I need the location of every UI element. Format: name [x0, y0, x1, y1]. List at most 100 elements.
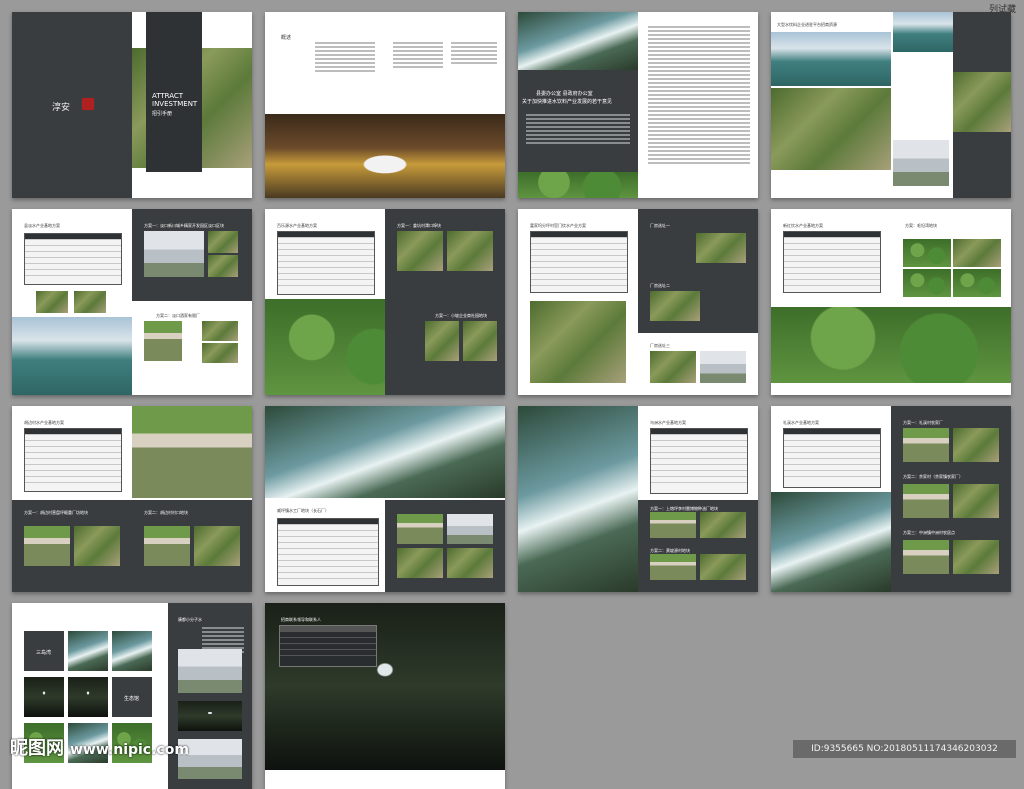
fujiawu-left-title: 富家坞分坪村官门饮水产业方案 [530, 223, 586, 228]
watermark-brand: 昵图网 www.nipic.com [10, 734, 189, 760]
lixi-stream-photo [771, 492, 891, 592]
baile-left-title: 百乐源水产业基地方案 [277, 223, 317, 228]
lixi-right: 方案一：礼溪村农家厂 方案二：余家村（余家镇农家厂） 方案三：中洲镇中洲村农居点 [891, 406, 1011, 592]
spread-baile-plan[interactable]: 百乐源水产业基地方案 方案一：姜坑村潭口埠块 方案一：小坡企业商社园地块 [265, 209, 505, 395]
baile-map-c [425, 321, 459, 361]
lixi-left-title: 礼溪水产业基地方案 [783, 420, 819, 425]
wuzhou-map-b [700, 554, 746, 580]
watermark-id: ID:9355665 NO:20180511174346203032 [793, 740, 1016, 758]
county-plan-map-a [36, 291, 68, 313]
contacts-heading: 招商联系领导和联系人 [281, 617, 321, 622]
platform-quarry-photo [771, 88, 891, 170]
wuzhou-table [650, 428, 748, 494]
cover-seal-icon [82, 98, 94, 110]
hubian-map-a [74, 526, 120, 566]
fujiawu-map-a [696, 233, 746, 263]
weiping-table [277, 518, 379, 586]
opinion-title-line2: 关于加快推进水饮料产业发展的若干意见 [522, 99, 613, 105]
watermark-brand-text: 昵图网 [10, 738, 64, 759]
weiping-map-b [447, 548, 493, 578]
hubian-left-title: 胡边村水产业基地方案 [24, 420, 64, 425]
cover-subtitle: 招引手册 [152, 111, 173, 117]
baile-map-d [463, 321, 497, 361]
wuzhou-photo-a [650, 512, 696, 538]
xinhong-panorama-photo [771, 307, 1011, 383]
baile-map-b [447, 231, 493, 271]
kangdu-label-b: 生态馆 [124, 696, 140, 702]
xinhong-photo-d [953, 269, 1001, 297]
xinhong-table [783, 231, 881, 293]
county-plan-map-c [208, 231, 238, 253]
fujiawu-right-title-b: 厂房选址二 [650, 283, 670, 288]
xinhong-photo-b [953, 239, 1001, 267]
hubian-village-photo [132, 406, 252, 498]
lixi-map-a [953, 428, 999, 462]
opinion-left-text [526, 112, 630, 146]
county-plan-table [24, 233, 122, 285]
lixi-photo-a [903, 428, 949, 462]
spread-platform[interactable]: 大型水饮料企业进驻平台招商资源 [771, 12, 1011, 198]
spread-lixi-plan[interactable]: 礼溪水产业基地方案 方案一：礼溪村农家厂 方案二：余家村（余家镇农家厂） 方案三… [771, 406, 1011, 592]
xinhong-photo-a [903, 239, 951, 267]
county-plan-map-f [202, 343, 238, 363]
spread-xinhong-plan[interactable]: 新红饮水产业基地方案 方案：毛坦湾地块 [771, 209, 1011, 395]
platform-lake-photo [771, 32, 891, 86]
wuzhou-right-title: 乌洲水产业基地方案 [650, 420, 686, 425]
kangdu-lab-photo [178, 649, 242, 693]
spread-wuzhou-plan[interactable]: 乌洲水产业基地方案 方案一：上炮坪李村雷博物种油厂地块 方案二：黄坡源村地块 [518, 406, 758, 592]
contacts-table [279, 625, 377, 667]
baile-right-title-b: 方案一：小坡企业商社园地块 [435, 313, 487, 318]
overview-text-far [451, 40, 497, 66]
cover-title-line1: ATTRACT [152, 92, 184, 100]
xinhong-right-title: 方案：毛坦湾地块 [905, 223, 937, 228]
county-plan-lake-photo [12, 317, 132, 395]
spread-weiping-plan[interactable]: 威坪镇水工厂地块（长石厂） [265, 406, 505, 592]
platform-lake2-photo [893, 12, 953, 52]
spread-opinion[interactable]: 县委办公室 县政府办公室 关于加快推进水饮料产业发展的若干意见 [518, 12, 758, 198]
spread-fujiawu-plan[interactable]: 富家坞分坪村官门饮水产业方案 厂房选址一 厂房选址二 厂房选址三 [518, 209, 758, 395]
spread-hubian-plan[interactable]: 胡边村水产业基地方案 方案一：胡边村营盘坪畈重厂坊地块 方案二：胡边村村口地块 [12, 406, 252, 592]
opinion-title-line1: 县委办公室 县政府办公室 [536, 91, 593, 97]
county-plan-map-e [202, 321, 238, 341]
spread-kangdu[interactable]: 三岛湾 生态馆 康都小分子水 [12, 603, 252, 789]
cover-title-line2: INVESTMENT [152, 100, 198, 108]
lixi-map-c [953, 540, 999, 574]
county-plan-right-title-a: 方案一：淡口新川城乡精家开发园区淡口区块 [144, 223, 224, 228]
hubian-bottom-title-b: 方案二：胡边村村口地块 [144, 510, 188, 515]
fujiawu-right: 厂房选址一 厂房选址二 厂房选址三 [638, 209, 758, 395]
platform-building-photo [893, 140, 949, 186]
baile-right: 方案一：姜坑村潭口埠块 方案一：小坡企业商社园地块 [385, 209, 505, 395]
cover-right-page: ATTRACT INVESTMENT 招引手册 [132, 12, 252, 198]
watermark-url: www.nipic.com [70, 742, 189, 758]
weiping-map-a [397, 548, 443, 578]
lixi-map-b [953, 484, 999, 518]
cover-seal-text: 淳安 [52, 103, 71, 113]
fujiawu-right-title-a: 厂房选址一 [650, 223, 670, 228]
lixi-photo-b [903, 484, 949, 518]
county-plan-house-photo [144, 321, 182, 361]
overview-stream-photo [265, 114, 505, 198]
overview-text-left [315, 40, 375, 74]
hubian-table [24, 428, 122, 492]
lixi-item-b: 方案二：余家村（余家镇农家厂） [903, 474, 963, 479]
spread-cover[interactable]: 淳安 ATTRACT INVESTMENT 招引手册 [12, 12, 252, 198]
platform-dark-blocks [953, 12, 1011, 198]
lixi-item-c: 方案三：中洲镇中洲村农居点 [903, 530, 955, 535]
weiping-stream-photo [265, 406, 505, 498]
hubian-photo-a [24, 526, 70, 566]
kangdu-photo-b [112, 631, 152, 671]
kangdu-label-a: 三岛湾 [36, 650, 52, 656]
hubian-map-b [194, 526, 240, 566]
overview-heading: 概述 [281, 35, 292, 41]
spread-overview[interactable]: 概述 [265, 12, 505, 198]
baile-right-title-a: 方案一：姜坑村潭口埠块 [397, 223, 441, 228]
spread-contacts[interactable]: 招商联系领导和联系人 [265, 603, 505, 789]
overview-text-right [393, 40, 443, 70]
kangdu-photo-c [24, 677, 64, 717]
hubian-bottom-title-a: 方案一：胡边村营盘坪畈重厂坊地块 [24, 510, 88, 515]
fujiawu-table [530, 231, 628, 293]
lixi-table [783, 428, 881, 488]
fujiawu-map-b [650, 291, 700, 321]
opinion-left-page: 县委办公室 县政府办公室 关于加快推进水饮料产业发展的若干意见 [518, 12, 638, 198]
spread-county-plan[interactable]: 县淡水产业基地方案 方案一：淡口新川城乡精家开发园区淡口区块 方案二：淡口酒家有… [12, 209, 252, 395]
